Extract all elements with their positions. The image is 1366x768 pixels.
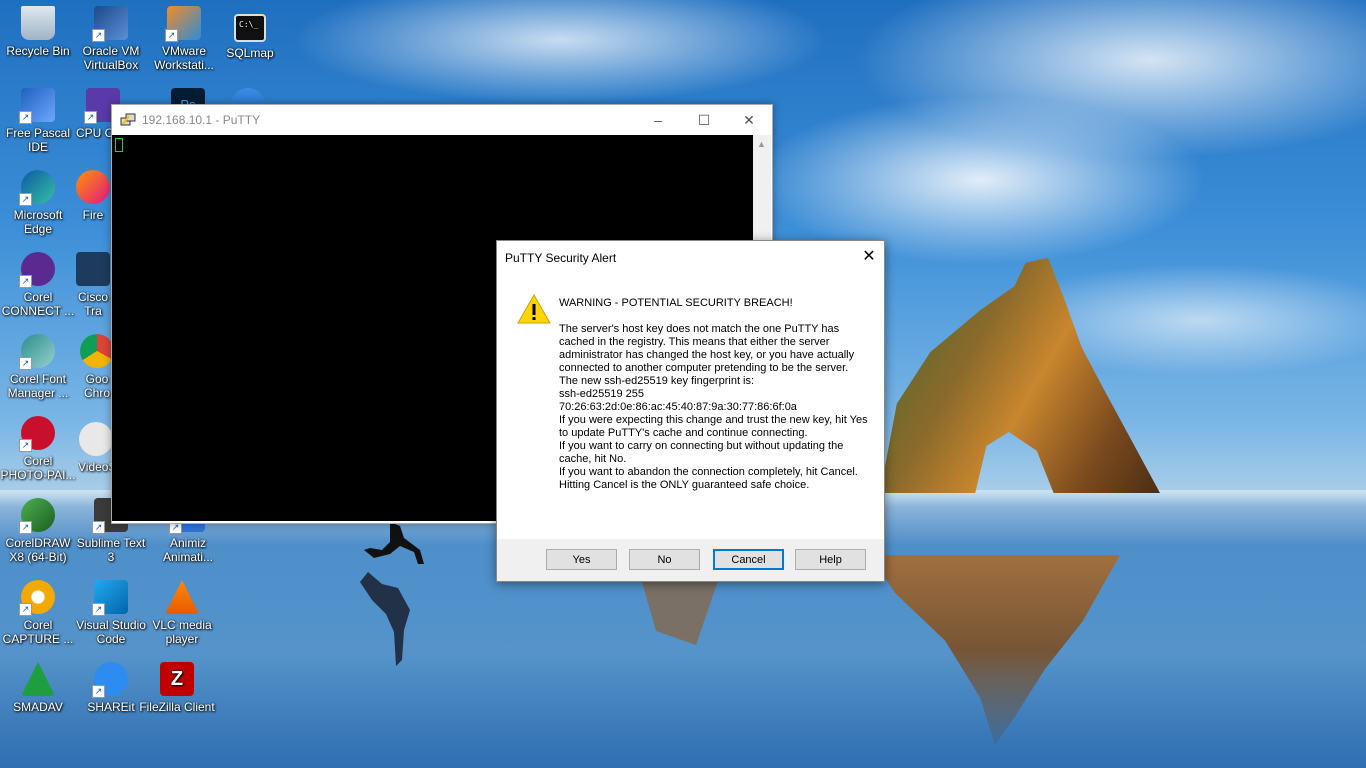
corel-font-icon: ↗ (19, 334, 55, 370)
cisco-icon (76, 252, 110, 286)
desktop-icon-vmware[interactable]: ↗ VMware Workstati... (146, 6, 222, 72)
desktop-icon-smadav[interactable]: SMADAV (0, 662, 76, 714)
videos-icon (79, 422, 113, 456)
alert-message: The server's host key does not match the… (559, 323, 868, 491)
desktop-icon-videos[interactable]: VideoS (78, 422, 114, 474)
coreldraw-icon: ↗ (19, 498, 55, 534)
terminal-cursor (115, 138, 123, 152)
help-button[interactable]: Help (795, 549, 866, 570)
vscode-icon: ↗ (92, 580, 128, 616)
alert-close-button[interactable]: ✕ (854, 241, 884, 273)
desktop-icon-virtualbox[interactable]: ↗ Oracle VM VirtualBox (73, 6, 149, 72)
desktop-icon-corel-capture[interactable]: ↗ Corel CAPTURE ... (0, 580, 76, 646)
vmware-icon: ↗ (165, 6, 201, 42)
smadav-icon (21, 662, 55, 696)
desktop-icon-chrome[interactable]: Goo Chro (80, 334, 114, 400)
virtualbox-icon: ↗ (92, 6, 128, 42)
alert-titlebar[interactable]: PuTTY Security Alert ✕ (497, 241, 884, 273)
cancel-button[interactable]: Cancel (713, 549, 784, 570)
desktop-icon-sqlmap[interactable]: C:\_ SQLmap (212, 14, 288, 60)
wallpaper-rock (880, 258, 1160, 493)
vlc-icon (165, 580, 199, 614)
filezilla-icon: Z (160, 662, 194, 696)
desktop-icon-edge[interactable]: ↗ Microsoft Edge (0, 170, 76, 236)
putty-window-title: 192.168.10.1 - PuTTY (142, 113, 261, 127)
desktop-icon-vlc[interactable]: VLC media player (144, 580, 220, 646)
alert-button-bar: Yes No Cancel Help (497, 539, 884, 581)
desktop-icon-free-pascal[interactable]: ↗ Free Pascal IDE (0, 88, 76, 154)
warning-icon (517, 293, 551, 324)
desktop-icon-corel-connect[interactable]: ↗ Corel CONNECT ... (0, 252, 76, 318)
desktop-icon-cisco[interactable]: Cisco Tra (73, 252, 113, 318)
shareit-icon: ↗ (92, 662, 128, 698)
desktop-icon-shareit[interactable]: ↗ SHAREit (73, 662, 149, 714)
yes-button[interactable]: Yes (546, 549, 617, 570)
alert-heading: WARNING - POTENTIAL SECURITY BREACH! (559, 297, 793, 309)
corel-connect-icon: ↗ (19, 252, 55, 288)
wallpaper-runner-reflection (360, 572, 410, 666)
scroll-up-icon[interactable]: ▲ (757, 139, 766, 149)
desktop-icon-corel-photopaint[interactable]: ↗ Corel PHOTO-PAI... (0, 416, 76, 482)
terminal-icon: C:\_ (234, 14, 266, 42)
putty-app-icon (120, 113, 136, 126)
alert-title: PuTTY Security Alert (505, 251, 617, 265)
free-pascal-icon: ↗ (19, 88, 55, 124)
firefox-icon (76, 170, 110, 204)
wallpaper-runner (364, 522, 424, 564)
close-button[interactable]: ✕ (726, 105, 772, 135)
minimize-button[interactable]: – (635, 105, 681, 135)
recycle-bin-icon (21, 6, 55, 40)
desktop-icon-corel-font[interactable]: ↗ Corel Font Manager ... (0, 334, 76, 400)
corel-capture-icon: ↗ (19, 580, 55, 616)
maximize-button[interactable]: ☐ (681, 105, 727, 135)
putty-titlebar[interactable]: 192.168.10.1 - PuTTY – ☐ ✕ (112, 105, 772, 135)
corel-photopaint-icon: ↗ (19, 416, 55, 452)
no-button[interactable]: No (629, 549, 700, 570)
desktop-icon-coreldraw[interactable]: ↗ CorelDRAW X8 (64-Bit) (0, 498, 76, 564)
security-alert-dialog[interactable]: PuTTY Security Alert ✕ WARNING - POTENTI… (496, 240, 885, 582)
alert-body: WARNING - POTENTIAL SECURITY BREACH! The… (497, 273, 884, 539)
chrome-icon (80, 334, 114, 368)
desktop-icon-vscode[interactable]: ↗ Visual Studio Code (73, 580, 149, 646)
desktop-icon-filezilla[interactable]: Z FileZilla Client (139, 662, 215, 714)
edge-icon: ↗ (19, 170, 55, 206)
desktop-icon-recycle-bin[interactable]: Recycle Bin (0, 6, 76, 58)
desktop-icon-firefox[interactable]: Fire (73, 170, 113, 222)
